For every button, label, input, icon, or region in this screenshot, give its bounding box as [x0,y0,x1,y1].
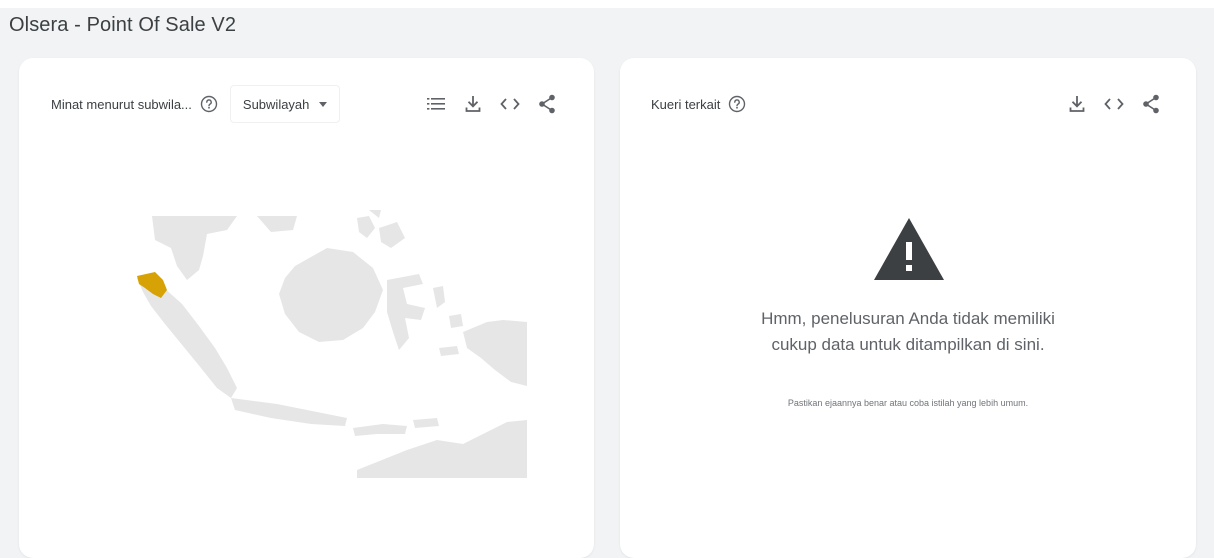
card-actions [410,93,558,115]
interest-by-subregion-card: Minat menurut subwila... Subwilayah [19,58,594,558]
empty-state-hint: Pastikan ejaannya benar atau coba istila… [787,398,1029,408]
share-icon[interactable] [536,93,558,115]
region-map[interactable] [107,208,527,478]
chevron-down-icon [319,101,328,107]
help-icon[interactable] [200,95,218,113]
resolution-dropdown[interactable]: Subwilayah [229,85,341,123]
help-icon[interactable] [728,95,746,113]
card-title: Minat menurut subwila... [51,96,192,112]
card-title: Kueri terkait [651,96,721,112]
warning-icon [872,216,946,282]
download-icon[interactable] [462,93,484,115]
top-strip [0,0,1214,8]
download-icon[interactable] [1066,93,1088,115]
share-icon[interactable] [1140,93,1162,115]
empty-state-message: Hmm, penelusuran Anda tidak memiliki cuk… [761,309,1055,354]
card-actions [1051,93,1162,115]
related-queries-card: Kueri terkait Hmm, penelusuran Anda tida… [620,58,1196,558]
page-title: Olsera - Point Of Sale V2 [9,14,237,36]
card-header: Kueri terkait [620,86,1196,122]
dropdown-selected-value: Subwilayah [242,96,310,112]
embed-code-icon[interactable] [1103,93,1125,115]
card-header: Minat menurut subwila... Subwilayah [19,85,594,123]
list-icon[interactable] [425,93,447,115]
embed-code-icon[interactable] [499,93,521,115]
